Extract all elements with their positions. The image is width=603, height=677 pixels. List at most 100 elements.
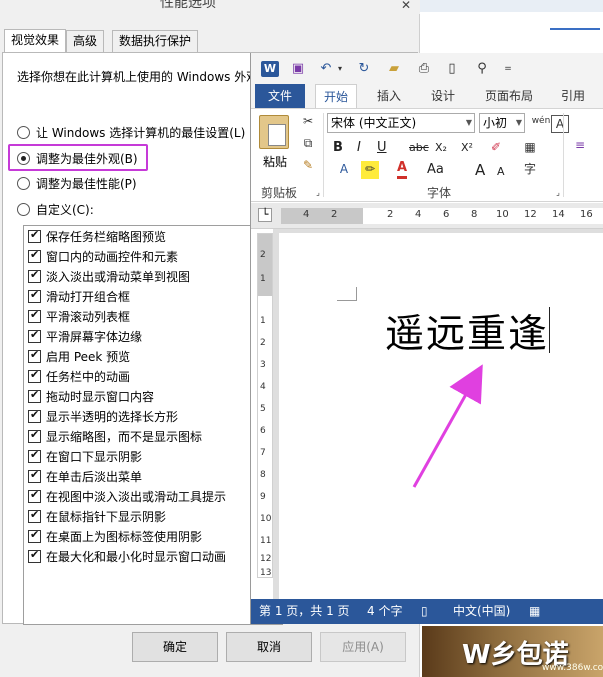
word-count[interactable]: 4 个字 bbox=[367, 599, 402, 624]
effects-checklist[interactable]: 保存任务栏缩略图预览窗口内的动画控件和元素淡入淡出或滑动菜单到视图滑动打开组合框… bbox=[23, 225, 283, 625]
dialog-launcher-icon[interactable]: ⌟ bbox=[549, 185, 567, 203]
checkbox-checked[interactable] bbox=[28, 248, 41, 263]
new-icon[interactable]: ▯ bbox=[443, 61, 461, 77]
effect-checkbox-row[interactable]: 平滑滚动列表框 bbox=[24, 306, 282, 326]
copy-icon[interactable]: ⧉ bbox=[299, 135, 317, 153]
effect-checkbox-row[interactable]: 拖动时显示窗口内容 bbox=[24, 386, 282, 406]
chevron-down-icon[interactable]: ▾ bbox=[331, 61, 349, 77]
tab-advanced[interactable]: 高级 bbox=[66, 30, 105, 52]
macro-icon[interactable]: ▦ bbox=[529, 599, 540, 624]
chevron-down-icon[interactable]: ▼ bbox=[466, 114, 472, 132]
checkbox-checked[interactable] bbox=[28, 468, 41, 483]
highlight-icon[interactable]: ✏ bbox=[361, 161, 379, 179]
effect-checkbox-row[interactable]: 显示半透明的选择长方形 bbox=[24, 406, 282, 426]
character-shading-icon[interactable]: ▦ bbox=[521, 139, 539, 157]
effect-checkbox-row[interactable]: 在鼠标指针下显示阴影 bbox=[24, 506, 282, 526]
save-icon[interactable]: ▣ bbox=[289, 61, 307, 77]
subscript-button[interactable]: X₂ bbox=[435, 139, 447, 157]
change-case-button[interactable]: Aa bbox=[427, 161, 444, 179]
checkbox-checked[interactable] bbox=[28, 268, 41, 283]
phonetic-guide-icon[interactable]: wén bbox=[529, 113, 553, 131]
effect-checkbox-row[interactable]: 任务栏中的动画 bbox=[24, 366, 282, 386]
redo-icon[interactable]: ↻ bbox=[355, 61, 373, 77]
vertical-ruler[interactable]: 2 1 1 2 3 4 5 6 7 8 9 10 11 12 13 bbox=[257, 233, 273, 578]
radio-button[interactable] bbox=[17, 176, 30, 190]
radio-custom[interactable]: 自定义(C): bbox=[17, 199, 94, 219]
checkbox-checked[interactable] bbox=[28, 348, 41, 363]
effect-checkbox-row[interactable]: 平滑屏幕字体边缘 bbox=[24, 326, 282, 346]
superscript-button[interactable]: X² bbox=[461, 139, 473, 157]
font-color-button[interactable]: A bbox=[397, 161, 408, 179]
checkbox-checked[interactable] bbox=[28, 368, 41, 383]
effect-checkbox-row[interactable]: 显示缩略图，而不是显示图标 bbox=[24, 426, 282, 446]
language-status[interactable]: 中文(中国) bbox=[453, 599, 510, 624]
page-count[interactable]: 第 1 页，共 1 页 bbox=[259, 599, 350, 624]
find-icon[interactable]: ⚲ bbox=[473, 61, 491, 77]
cancel-button[interactable]: 取消 bbox=[226, 632, 312, 662]
checkbox-checked[interactable] bbox=[28, 328, 41, 343]
effect-checkbox-row[interactable]: 滑动打开组合框 bbox=[24, 286, 282, 306]
effect-checkbox-row[interactable]: 窗口内的动画控件和元素 bbox=[24, 246, 282, 266]
checkbox-checked[interactable] bbox=[28, 448, 41, 463]
enclose-character-icon[interactable]: 字 bbox=[521, 161, 539, 179]
tab-home[interactable]: 开始 bbox=[315, 84, 358, 108]
tab-references[interactable]: 引用 bbox=[553, 84, 593, 108]
effect-checkbox-row[interactable]: 在最大化和最小化时显示窗口动画 bbox=[24, 546, 282, 566]
radio-best-performance[interactable]: 调整为最佳性能(P) bbox=[17, 173, 137, 193]
radio-button[interactable] bbox=[17, 202, 30, 216]
bold-button[interactable]: B bbox=[333, 139, 343, 157]
checkbox-checked[interactable] bbox=[28, 228, 41, 243]
tab-dep[interactable]: 数据执行保护 bbox=[112, 30, 199, 52]
shrink-font-button[interactable]: A bbox=[497, 163, 505, 181]
radio-button[interactable] bbox=[17, 125, 30, 139]
strikethrough-button[interactable]: abc bbox=[409, 139, 429, 157]
cut-icon[interactable]: ✂ bbox=[299, 113, 317, 131]
effect-checkbox-row[interactable]: 在视图中淡入淡出或滑动工具提示 bbox=[24, 486, 282, 506]
horizontal-ruler[interactable]: └ 4 2 2 4 6 8 10 12 14 16 bbox=[251, 203, 603, 229]
checkbox-checked[interactable] bbox=[28, 528, 41, 543]
italic-button[interactable]: I bbox=[357, 139, 361, 157]
text-effects-icon[interactable]: A bbox=[335, 161, 353, 179]
more-icon[interactable]: = bbox=[499, 61, 517, 77]
tab-insert[interactable]: 插入 bbox=[369, 84, 409, 108]
underline-button[interactable]: U bbox=[377, 139, 387, 157]
checkbox-checked[interactable] bbox=[28, 408, 41, 423]
tab-selector[interactable]: └ bbox=[258, 208, 272, 222]
effect-checkbox-row[interactable]: 启用 Peek 预览 bbox=[24, 346, 282, 366]
tab-visual-effects[interactable]: 视觉效果 bbox=[4, 29, 67, 53]
chevron-down-icon[interactable]: ▼ bbox=[516, 114, 522, 132]
effect-checkbox-row[interactable]: 在桌面上为图标标签使用阴影 bbox=[24, 526, 282, 546]
checkbox-checked[interactable] bbox=[28, 388, 41, 403]
document-text[interactable]: 遥远重逢 bbox=[385, 303, 549, 359]
checkbox-checked[interactable] bbox=[28, 548, 41, 563]
paste-label[interactable]: 粘贴 bbox=[263, 153, 287, 170]
apply-button[interactable]: 应用(A) bbox=[320, 632, 406, 662]
print-preview-icon[interactable]: ⎙ bbox=[415, 61, 433, 77]
proofing-icon[interactable]: ▯ bbox=[421, 599, 428, 624]
tab-file[interactable]: 文件 bbox=[255, 84, 305, 108]
paragraph-icon[interactable]: ≡ bbox=[571, 137, 589, 155]
grow-font-button[interactable]: A bbox=[475, 161, 485, 179]
radio-let-windows-choose[interactable]: 让 Windows 选择计算机的最佳设置(L) bbox=[17, 122, 245, 142]
effect-checkbox-row[interactable]: 淡入淡出或滑动菜单到视图 bbox=[24, 266, 282, 286]
paste-icon[interactable] bbox=[259, 115, 289, 149]
clear-formatting-icon[interactable]: ✐ bbox=[487, 139, 505, 157]
format-painter-icon[interactable]: ✎ bbox=[299, 157, 317, 175]
font-size-combo[interactable]: 小初 ▼ bbox=[479, 113, 525, 133]
font-name-combo[interactable]: 宋体 (中文正文) ▼ bbox=[327, 113, 475, 133]
dialog-launcher-icon[interactable]: ⌟ bbox=[309, 185, 327, 203]
effect-checkbox-row[interactable]: 在窗口下显示阴影 bbox=[24, 446, 282, 466]
open-icon[interactable]: ▰ bbox=[385, 61, 403, 77]
close-icon[interactable]: ✕ bbox=[396, 0, 416, 12]
effect-checkbox-row[interactable]: 保存任务栏缩略图预览 bbox=[24, 226, 282, 246]
checkbox-checked[interactable] bbox=[28, 428, 41, 443]
tab-layout[interactable]: 页面布局 bbox=[477, 84, 541, 108]
document-page[interactable]: 遥远重逢 bbox=[279, 233, 603, 599]
ok-button[interactable]: 确定 bbox=[132, 632, 218, 662]
checkbox-checked[interactable] bbox=[28, 288, 41, 303]
character-border-icon[interactable]: A bbox=[551, 115, 569, 133]
checkbox-checked[interactable] bbox=[28, 488, 41, 503]
checkbox-checked[interactable] bbox=[28, 308, 41, 323]
tab-design[interactable]: 设计 bbox=[423, 84, 463, 108]
checkbox-checked[interactable] bbox=[28, 508, 41, 523]
